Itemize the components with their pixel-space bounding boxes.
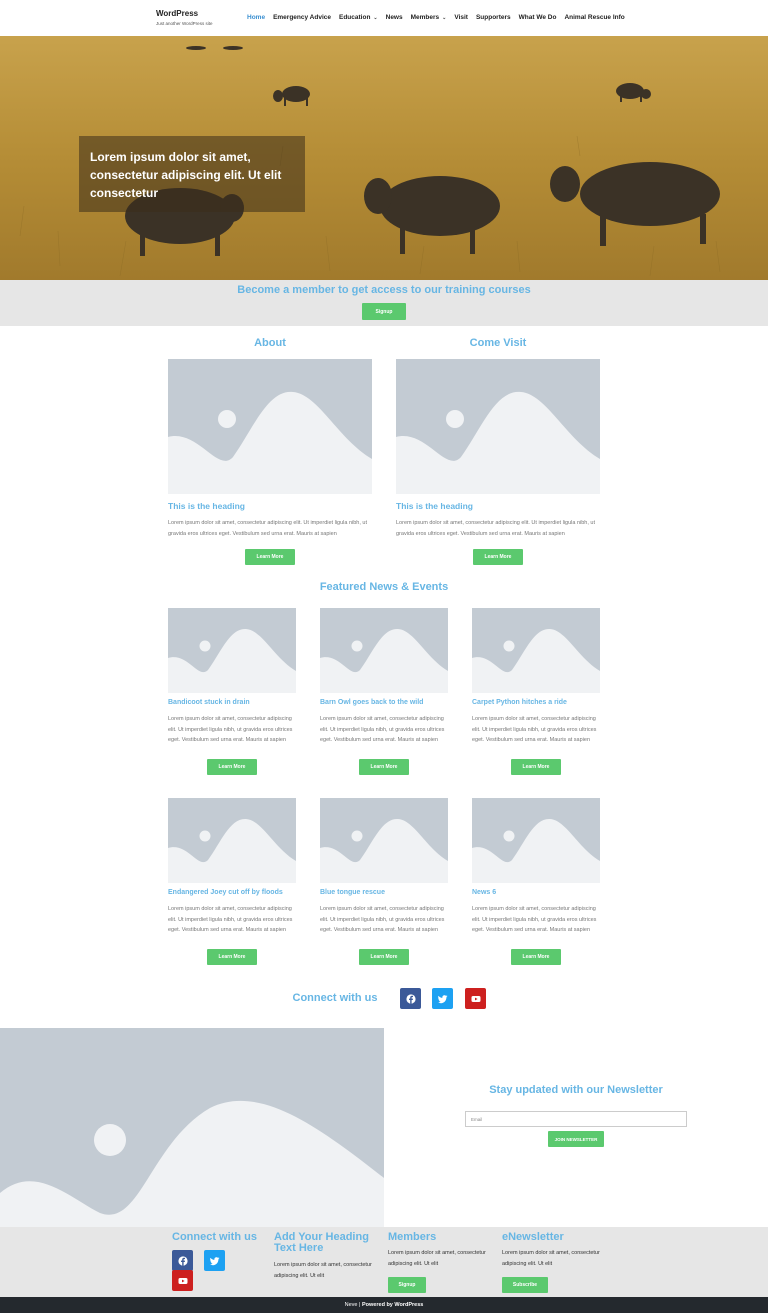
theme-link[interactable]: Neve: [345, 1302, 358, 1308]
footer-connect-title: Connect with us: [172, 1231, 257, 1243]
news-body: Lorem ipsum dolor sit amet, consectetur …: [472, 716, 597, 743]
visit-title: Come Visit: [469, 337, 527, 349]
visit-learn-more-button[interactable]: Learn More: [473, 549, 523, 565]
about-title: About: [254, 337, 286, 349]
news-image-placeholder: [472, 608, 600, 693]
news-section-title: Featured News & Events: [319, 581, 449, 593]
connect-label: Connect with us: [292, 992, 378, 1004]
news-learn-more-button[interactable]: Learn More: [207, 949, 257, 965]
twitter-icon[interactable]: [204, 1250, 225, 1271]
hero-heading: Lorem ipsum dolor sit amet, consectetur …: [90, 150, 282, 200]
nav-item-visit[interactable]: Visit: [454, 14, 468, 21]
news-title-barn-owl[interactable]: Barn Owl goes back to the wild: [320, 699, 423, 706]
bottom-bar: Neve | Powered by WordPress: [0, 1297, 768, 1313]
news-image-placeholder: [320, 608, 448, 693]
email-field[interactable]: Email: [465, 1111, 687, 1127]
news-title-blue-tongue[interactable]: Blue tongue rescue: [320, 889, 385, 896]
footer-signup-button[interactable]: Signup: [388, 1277, 426, 1293]
nav-item-home[interactable]: Home: [247, 14, 265, 21]
footer-enewsletter-title: eNewsletter: [502, 1231, 564, 1243]
newsletter-image-placeholder: [0, 1028, 384, 1227]
news-body: Lorem ipsum dolor sit amet, consectetur …: [472, 906, 597, 933]
join-newsletter-button[interactable]: JOIN NEWSLETTER: [548, 1131, 604, 1147]
hero-text-box: Lorem ipsum dolor sit amet, consectetur …: [79, 136, 305, 212]
nav-item-members[interactable]: Members ⌄: [411, 14, 447, 21]
news-learn-more-button[interactable]: Learn More: [511, 949, 561, 965]
site-tagline: Just another WordPress site: [156, 21, 213, 26]
news-image-placeholder: [320, 798, 448, 883]
news-image-placeholder: [168, 608, 296, 693]
visit-body: Lorem ipsum dolor sit amet, consectetur …: [396, 520, 596, 537]
news-body: Lorem ipsum dolor sit amet, consectetur …: [320, 906, 445, 933]
news-body: Lorem ipsum dolor sit amet, consectetur …: [168, 716, 293, 743]
footer-enewsletter-body: Lorem ipsum dolor sit amet, consectetur …: [502, 1250, 600, 1267]
main-nav: Home Emergency Advice Education ⌄ News Me…: [247, 14, 633, 21]
news-learn-more-button[interactable]: Learn More: [359, 759, 409, 775]
facebook-icon[interactable]: [172, 1250, 193, 1271]
news-learn-more-button[interactable]: Learn More: [359, 949, 409, 965]
nav-item-news[interactable]: News: [386, 14, 403, 21]
news-body: Lorem ipsum dolor sit amet, consectetur …: [168, 906, 293, 933]
chevron-down-icon: ⌄: [373, 14, 378, 21]
news-learn-more-button[interactable]: Learn More: [207, 759, 257, 775]
footer-heading-title: Add Your Heading Text Here: [274, 1231, 369, 1254]
visit-heading: This is the heading: [396, 501, 473, 511]
youtube-icon[interactable]: [465, 988, 486, 1009]
about-learn-more-button[interactable]: Learn More: [245, 549, 295, 565]
news-title-endangered-joey[interactable]: Endangered Joey cut off by floods: [168, 889, 283, 896]
news-title-bandicoot[interactable]: Bandicoot stuck in drain: [168, 699, 250, 706]
news-image-placeholder: [472, 798, 600, 883]
powered-by-link[interactable]: Powered by WordPress: [362, 1302, 423, 1308]
news-title-carpet-python[interactable]: Carpet Python hitches a ride: [472, 699, 567, 706]
youtube-icon[interactable]: [172, 1270, 193, 1291]
visit-image-placeholder: [396, 359, 600, 494]
footer-subscribe-button[interactable]: Subscribe: [502, 1277, 548, 1293]
about-heading: This is the heading: [168, 501, 245, 511]
footer-members-body: Lorem ipsum dolor sit amet, consectetur …: [388, 1250, 486, 1267]
nav-item-emergency-advice[interactable]: Emergency Advice: [273, 14, 331, 21]
member-cta-text: Become a member to get access to our tra…: [237, 284, 531, 296]
site-header: WordPress Just another WordPress site Ho…: [0, 0, 768, 36]
nav-item-education[interactable]: Education ⌄: [339, 14, 378, 21]
nav-item-what-we-do[interactable]: What We Do: [519, 14, 557, 21]
about-image-placeholder: [168, 359, 372, 494]
about-body: Lorem ipsum dolor sit amet, consectetur …: [168, 520, 368, 537]
footer-members-title: Members: [388, 1231, 437, 1243]
member-band: Become a member to get access to our tra…: [0, 280, 768, 326]
site-title[interactable]: WordPress: [156, 9, 198, 18]
nav-item-supporters[interactable]: Supporters: [476, 14, 511, 21]
site-footer: Connect with us Add Your Heading Text He…: [0, 1227, 768, 1297]
facebook-icon[interactable]: [400, 988, 421, 1009]
twitter-icon[interactable]: [432, 988, 453, 1009]
news-body: Lorem ipsum dolor sit amet, consectetur …: [320, 716, 445, 743]
hero-banner: Lorem ipsum dolor sit amet, consectetur …: [0, 36, 768, 280]
news-title-news-6[interactable]: News 6: [472, 889, 496, 896]
news-learn-more-button[interactable]: Learn More: [511, 759, 561, 775]
newsletter-title: Stay updated with our Newsletter: [489, 1084, 663, 1096]
footer-heading-body: Lorem ipsum dolor sit amet, consectetur …: [274, 1262, 372, 1279]
news-image-placeholder: [168, 798, 296, 883]
signup-button[interactable]: Signup: [362, 303, 406, 320]
nav-item-animal-rescue-info[interactable]: Animal Rescue Info: [564, 14, 624, 21]
chevron-down-icon: ⌄: [442, 14, 447, 21]
